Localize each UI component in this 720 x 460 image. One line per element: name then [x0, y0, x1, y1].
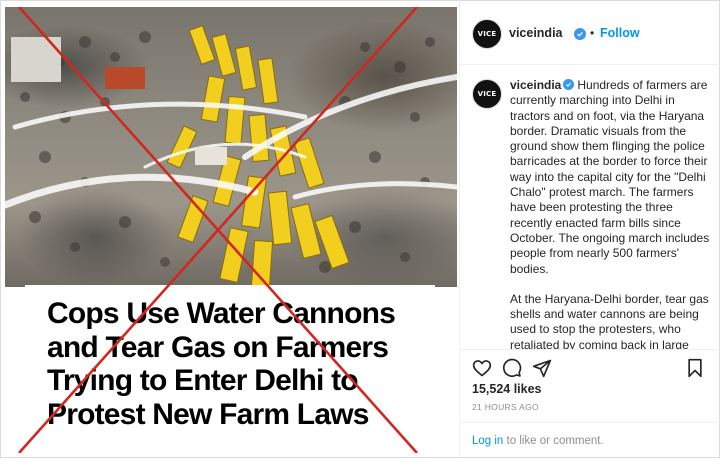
avatar-logo-text: VICE — [477, 30, 497, 38]
protest-photo — [5, 7, 457, 287]
verified-badge-icon — [574, 28, 586, 40]
login-prompt-text: Log in to like or comment. — [472, 435, 604, 447]
login-prompt: Log in to like or comment. — [460, 422, 720, 460]
post-timestamp[interactable]: 21 HOURS AGO — [472, 402, 539, 412]
post-actions: 15,524 likes 21 HOURS AGO Log in to like… — [460, 349, 720, 459]
article-headline: Cops Use Water Cannons and Tear Gas on Fa… — [47, 297, 427, 431]
separator-dot: • — [590, 26, 595, 40]
caption-text: Hundreds of farmers are currently marchi… — [510, 78, 710, 276]
headline-line: and Tear Gas on Farmers — [47, 330, 389, 364]
login-link[interactable]: Log in — [472, 435, 503, 447]
login-rest-text: to like or comment. — [503, 435, 604, 447]
avatar-logo-text: VICE — [477, 90, 497, 98]
post-header: VICE viceindia • Follow — [460, 1, 720, 65]
headline-line: Protest New Farm Laws — [47, 397, 369, 431]
instagram-post: Cops Use Water Cannons and Tear Gas on Fa… — [0, 0, 720, 459]
verified-badge-icon — [563, 79, 575, 90]
username-link[interactable]: viceindia — [509, 26, 563, 40]
headline-panel: Cops Use Water Cannons and Tear Gas on Fa… — [25, 285, 435, 453]
caption-username[interactable]: viceindia — [510, 78, 561, 92]
headline-line: Cops Use Water Cannons — [47, 297, 396, 330]
heart-icon[interactable] — [472, 358, 492, 378]
caption-paragraph: viceindia Hundreds of farmers are current… — [510, 78, 710, 277]
likes-count[interactable]: 15,524 likes — [472, 382, 542, 396]
comments-section: VICE viceindia Hundreds of farmers are cu… — [460, 65, 720, 349]
avatar[interactable]: VICE — [472, 79, 502, 109]
caption-paragraph: At the Haryana-Delhi border, tear gas sh… — [510, 291, 709, 349]
comment-icon[interactable] — [502, 358, 522, 378]
post-caption: viceindia Hundreds of farmers are current… — [510, 78, 710, 349]
post-image[interactable]: Cops Use Water Cannons and Tear Gas on Fa… — [5, 7, 457, 453]
barricades-graphic — [5, 25, 457, 287]
avatar[interactable]: VICE — [472, 19, 502, 49]
post-sidebar: VICE viceindia • Follow VICE viceindia Hu… — [459, 1, 720, 459]
follow-button[interactable]: Follow — [600, 26, 640, 40]
headline-line: Trying to Enter Delhi to — [47, 364, 359, 397]
share-icon[interactable] — [532, 358, 552, 378]
bookmark-icon[interactable] — [686, 358, 704, 378]
